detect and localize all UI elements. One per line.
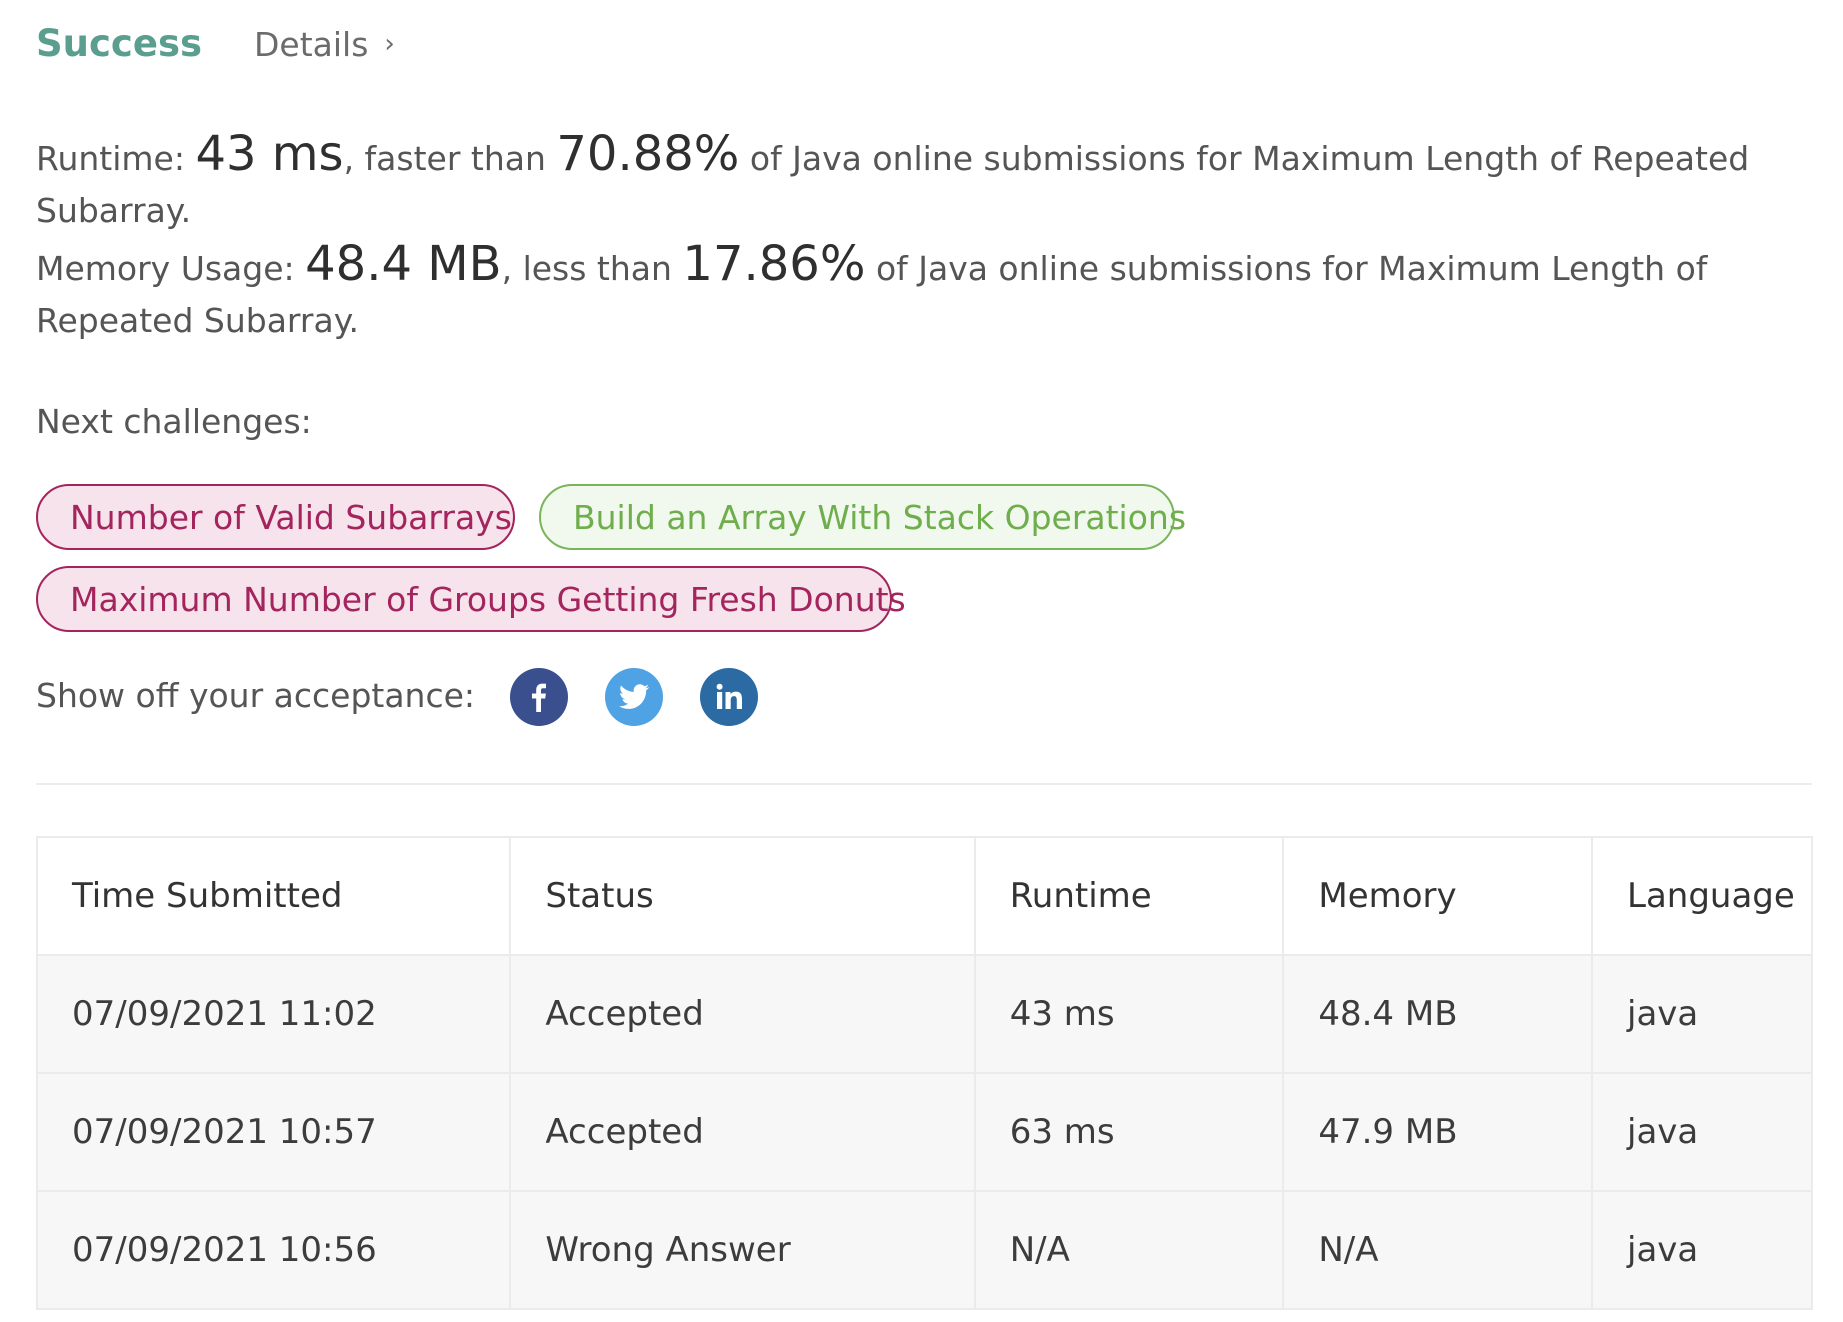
memory-comparison: , less than [501,249,683,288]
column-header-memory[interactable]: Memory [1282,836,1594,956]
facebook-icon[interactable] [510,668,568,726]
table-row: 07/09/2021 10:57 Accepted 63 ms 47.9 MB … [35,1072,1813,1192]
runtime-label: Runtime: [36,139,196,178]
cell-runtime: 63 ms [973,1072,1285,1192]
cell-runtime: N/A [973,1190,1285,1310]
challenge-pill-maximum-number-of-groups-getting-fresh-donuts[interactable]: Maximum Number of Groups Getting Fresh D… [36,566,906,632]
cell-time: 07/09/2021 10:56 [35,1190,512,1310]
column-header-runtime[interactable]: Runtime [973,836,1285,956]
chevron-right-icon: › [384,28,395,59]
section-divider [36,783,1812,785]
linkedin-icon[interactable] [700,668,758,726]
result-header: Success Details › [36,22,395,65]
challenge-pill-build-an-array-with-stack-operations[interactable]: Build an Array With Stack Operations [539,484,1186,550]
memory-stat: Memory Usage: 48.4 MB, less than 17.86% … [36,238,1806,347]
column-header-language[interactable]: Language [1591,836,1813,956]
cell-status[interactable]: Accepted [509,1072,976,1192]
cell-language: java [1591,1190,1813,1310]
cell-time: 07/09/2021 10:57 [35,1072,512,1192]
submission-result-page: Success Details › Runtime: 43 ms, faster… [0,0,1843,1322]
cell-runtime: 43 ms [973,954,1285,1074]
next-challenges-label: Next challenges: [36,402,312,441]
details-label: Details [254,25,369,64]
runtime-percent: 70.88% [556,126,740,182]
cell-language: java [1591,1072,1813,1192]
share-label: Show off your acceptance: [36,676,476,715]
memory-label: Memory Usage: [36,249,306,288]
submissions-table: Time Submitted Status Runtime Memory Lan… [35,836,1813,1310]
cell-time: 07/09/2021 11:02 [35,954,512,1074]
runtime-stat: Runtime: 43 ms, faster than 70.88% of Ja… [36,128,1806,237]
memory-value: 48.4 MB [305,236,502,292]
challenge-pill-number-of-valid-subarrays[interactable]: Number of Valid Subarrays [36,484,515,550]
runtime-value: 43 ms [195,126,344,182]
column-header-status[interactable]: Status [509,836,976,956]
table-header-row: Time Submitted Status Runtime Memory Lan… [35,836,1813,956]
cell-status[interactable]: Accepted [509,954,976,1074]
cell-memory: 48.4 MB [1282,954,1594,1074]
cell-memory: 47.9 MB [1282,1072,1594,1192]
table-row: 07/09/2021 10:56 Wrong Answer N/A N/A ja… [35,1190,1813,1310]
cell-memory: N/A [1282,1190,1594,1310]
column-header-time-submitted[interactable]: Time Submitted [35,836,512,956]
details-link[interactable]: Details › [254,25,395,64]
cell-status[interactable]: Wrong Answer [509,1190,976,1310]
twitter-icon[interactable] [605,668,663,726]
cell-language: java [1591,954,1813,1074]
status-title: Success [36,22,202,65]
memory-percent: 17.86% [682,236,866,292]
table-row: 07/09/2021 11:02 Accepted 43 ms 48.4 MB … [35,954,1813,1074]
runtime-comparison: , faster than [343,139,557,178]
